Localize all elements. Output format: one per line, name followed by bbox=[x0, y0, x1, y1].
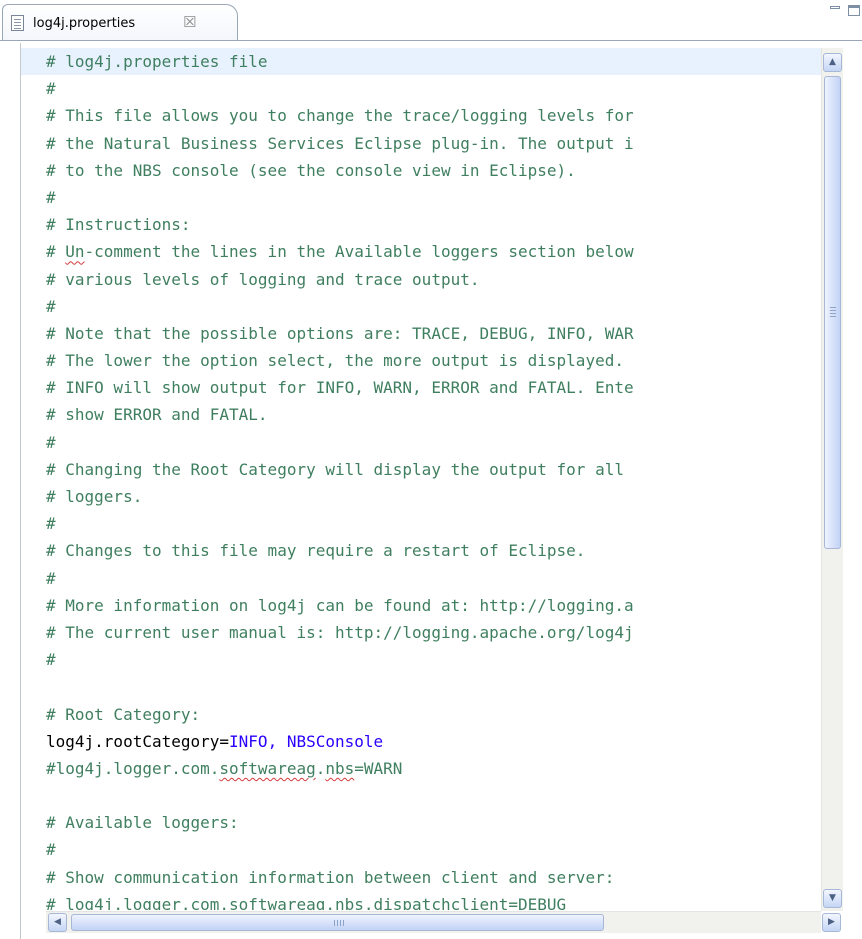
code-line: # This file allows you to change the tra… bbox=[46, 102, 821, 129]
tab-label: log4j.properties bbox=[33, 16, 136, 31]
spelling-error-token: softwareag bbox=[219, 758, 316, 778]
code-line: # Note that the possible options are: TR… bbox=[46, 320, 821, 347]
code-token: # This file allows you to change the tra… bbox=[46, 106, 634, 126]
code-line: # The lower the option select, the more … bbox=[46, 347, 821, 374]
code-token: # show ERROR and FATAL. bbox=[46, 405, 268, 425]
code-token: # bbox=[46, 650, 56, 670]
code-token: # bbox=[46, 514, 56, 534]
code-token: # bbox=[46, 568, 56, 588]
code-token: # Show communication information between… bbox=[46, 867, 615, 887]
code-token: # The current user manual is: http://log… bbox=[46, 622, 634, 642]
code-token: # log4j.logger.com.softwareag.nbs.dispat… bbox=[46, 894, 567, 910]
code-token: # log4j.properties file bbox=[46, 52, 268, 71]
properties-file-icon bbox=[11, 15, 24, 31]
scroll-up-button[interactable]: ▲ bbox=[823, 53, 842, 72]
spelling-error-token: nbs bbox=[325, 758, 355, 778]
editor-tab-bar: log4j.properties ☒ bbox=[0, 0, 862, 42]
text-editor-content[interactable]: # log4j.properties file # # This file allo… bbox=[46, 48, 821, 910]
code-line: # The current user manual is: http://log… bbox=[46, 619, 821, 646]
code-line: # bbox=[46, 429, 821, 456]
code-line: # various levels of logging and trace ou… bbox=[46, 266, 821, 293]
code-token: log4j.rootCategory bbox=[46, 731, 220, 751]
code-line: # show ERROR and FATAL. bbox=[46, 401, 821, 428]
code-token: # bbox=[46, 187, 56, 207]
code-line: # loggers. bbox=[46, 483, 821, 510]
code-token: # bbox=[46, 840, 56, 860]
horizontal-scroll-thumb[interactable] bbox=[71, 914, 604, 931]
code-line: # bbox=[46, 293, 821, 320]
code-token: # to the NBS console (see the console vi… bbox=[46, 160, 576, 180]
code-line: # Available loggers: bbox=[46, 809, 821, 836]
scroll-down-button[interactable]: ▼ bbox=[823, 889, 842, 908]
code-line: # Show communication information between… bbox=[46, 864, 821, 891]
code-token: # bbox=[46, 296, 56, 316]
code-line: # bbox=[46, 565, 821, 592]
code-token: # Instructions: bbox=[46, 215, 191, 235]
code-token: # bbox=[46, 242, 66, 262]
vertical-scroll-thumb[interactable] bbox=[824, 76, 841, 549]
code-token: INFO, NBSConsole bbox=[229, 731, 384, 751]
code-line: # to the NBS console (see the console vi… bbox=[46, 157, 821, 184]
code-token: #log4j.logger.com. bbox=[46, 758, 220, 778]
code-token: # More information on log4j can be found… bbox=[46, 595, 634, 615]
horizontal-scrollbar[interactable]: ◀ ▶ bbox=[46, 911, 841, 933]
code-line: # Root Category: bbox=[46, 701, 821, 728]
code-token: # loggers. bbox=[46, 487, 143, 506]
spelling-error-token: Un bbox=[65, 242, 85, 262]
code-token: # Changing the Root Category will displa… bbox=[46, 459, 624, 479]
code-line: # bbox=[46, 510, 821, 537]
code-token: # Available loggers: bbox=[46, 813, 239, 833]
code-token: # Root Category: bbox=[46, 704, 201, 724]
code-token: # bbox=[46, 79, 56, 99]
code-line: # bbox=[46, 75, 821, 102]
code-line: # bbox=[46, 646, 821, 673]
maximize-icon[interactable] bbox=[847, 4, 861, 16]
code-line: # log4j.logger.com.softwareag.nbs.dispat… bbox=[46, 891, 821, 910]
code-token: # INFO will show output for INFO, WARN, … bbox=[46, 378, 634, 398]
code-line: #log4j.logger.com.softwareag.nbs=WARN bbox=[46, 755, 821, 782]
scroll-left-button[interactable]: ◀ bbox=[48, 913, 67, 932]
code-line: # More information on log4j can be found… bbox=[46, 592, 821, 619]
code-line: # INFO will show output for INFO, WARN, … bbox=[46, 374, 821, 401]
code-line: # bbox=[46, 184, 821, 211]
scroll-right-button[interactable]: ▶ bbox=[822, 913, 841, 932]
code-token: # Changes to this file may require a res… bbox=[46, 541, 586, 561]
code-token: . bbox=[315, 758, 326, 778]
code-line: # bbox=[46, 836, 821, 863]
code-token: = bbox=[219, 731, 230, 751]
code-line: log4j.rootCategory=INFO, NBSConsole bbox=[46, 728, 821, 755]
code-line: # Changes to this file may require a res… bbox=[46, 537, 821, 564]
code-line: # Changing the Root Category will displa… bbox=[46, 456, 821, 483]
code-line: # Instructions: bbox=[46, 211, 821, 238]
minimize-icon[interactable] bbox=[828, 4, 842, 16]
code-token: # the Natural Business Services Eclipse … bbox=[46, 133, 634, 153]
code-token: # The lower the option select, the more … bbox=[46, 351, 624, 371]
code-line: # log4j.properties file bbox=[46, 48, 821, 75]
code-line: # Un-comment the lines in the Available … bbox=[46, 238, 821, 265]
close-tab-icon[interactable]: ☒ bbox=[183, 13, 196, 31]
tab-log4j-properties[interactable]: log4j.properties ☒ bbox=[2, 4, 238, 41]
vertical-scrollbar[interactable]: ▲ ▼ bbox=[821, 48, 843, 911]
code-token: # bbox=[46, 432, 56, 452]
code-token: =WARN bbox=[354, 758, 403, 778]
code-token: -comment the lines in the Available logg… bbox=[84, 242, 634, 262]
code-token: # various levels of logging and trace ou… bbox=[46, 269, 480, 289]
code-token: # Note that the possible options are: TR… bbox=[46, 323, 634, 343]
code-line: # the Natural Business Services Eclipse … bbox=[46, 130, 821, 157]
